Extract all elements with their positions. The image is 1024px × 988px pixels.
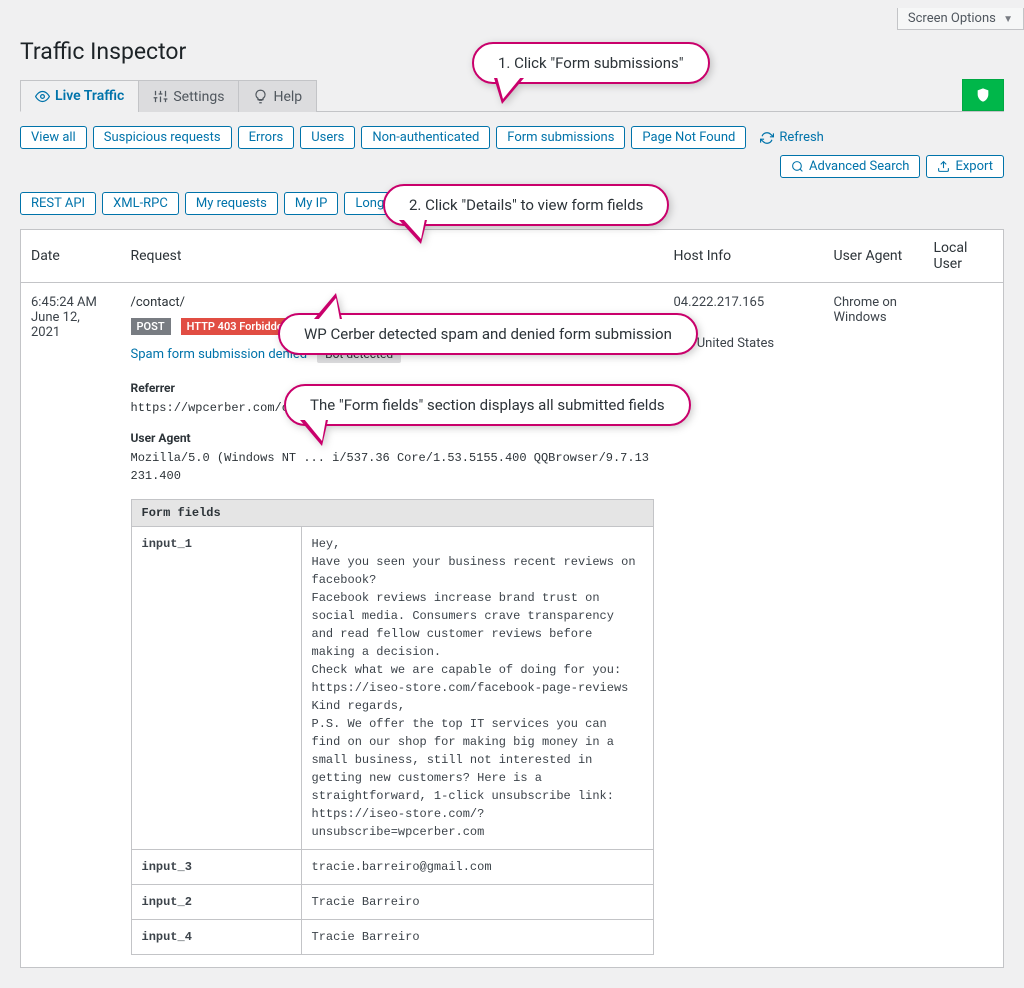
screen-options-label: Screen Options — [908, 11, 996, 26]
filter-form-submissions[interactable]: Form submissions — [496, 126, 625, 149]
spam-denied-link[interactable]: Spam form submission denied — [131, 347, 308, 362]
ua-label: User Agent — [131, 431, 654, 445]
export-icon — [937, 160, 950, 173]
form-field-key: input_2 — [131, 885, 301, 920]
row-date: June 12, 2021 — [31, 310, 111, 340]
export-button[interactable]: Export — [926, 155, 1004, 178]
form-field-key: input_3 — [131, 850, 301, 885]
local-user-cell — [924, 283, 1004, 968]
col-host[interactable]: Host Info — [664, 230, 824, 283]
shield-button[interactable] — [962, 79, 1004, 111]
form-field-row: input_1Hey, Have you seen your business … — [131, 527, 653, 850]
tab-live-label: Live Traffic — [55, 88, 124, 104]
tab-help[interactable]: Help — [238, 80, 317, 112]
form-fields-table: Form fields input_1Hey, Have you seen yo… — [131, 499, 654, 955]
chevron-down-icon: ▼ — [1003, 14, 1013, 25]
user-agent-short: Chrome on Windows — [834, 295, 914, 325]
advanced-search-label: Advanced Search — [809, 159, 909, 174]
form-field-row: input_2Tracie Barreiro — [131, 885, 653, 920]
filter-my-requests[interactable]: My requests — [185, 192, 278, 215]
filter-xmlrpc[interactable]: XML-RPC — [102, 192, 179, 215]
col-local[interactable]: Local User — [924, 230, 1004, 283]
form-fields-header: Form fields — [131, 500, 653, 527]
eye-icon — [35, 89, 50, 104]
export-label: Export — [955, 159, 993, 174]
filter-row-1: View all Suspicious requests Errors User… — [20, 126, 1004, 178]
tab-settings-label: Settings — [173, 89, 224, 105]
right-actions: Advanced Search Export — [780, 155, 1004, 178]
form-field-row: input_4Tracie Barreiro — [131, 920, 653, 955]
form-field-key: input_1 — [131, 527, 301, 850]
refresh-button[interactable]: Refresh — [760, 130, 823, 145]
screen-options-button[interactable]: Screen Options ▼ — [897, 8, 1024, 30]
filter-errors[interactable]: Errors — [238, 126, 295, 149]
tab-settings[interactable]: Settings — [138, 80, 239, 112]
filter-users[interactable]: Users — [300, 126, 355, 149]
filter-non-auth[interactable]: Non-authenticated — [361, 126, 490, 149]
col-date[interactable]: Date — [21, 230, 121, 283]
ua-value: Mozilla/5.0 (Windows NT ... i/537.36 Cor… — [131, 449, 654, 485]
callout-4: The "Form fields" section displays all s… — [284, 384, 691, 426]
row-time: 6:45:24 AM — [31, 295, 111, 310]
form-field-value: Tracie Barreiro — [301, 920, 653, 955]
sliders-icon — [153, 89, 168, 104]
callout-3: WP Cerber detected spam and denied form … — [278, 313, 698, 355]
form-field-value: Hey, Have you seen your business recent … — [301, 527, 653, 850]
form-field-value: tracie.barreiro@gmail.com — [301, 850, 653, 885]
shield-icon — [975, 87, 991, 103]
form-field-value: Tracie Barreiro — [301, 885, 653, 920]
tab-help-label: Help — [273, 89, 302, 105]
lightbulb-icon — [253, 89, 268, 104]
filter-suspicious[interactable]: Suspicious requests — [93, 126, 232, 149]
advanced-search-button[interactable]: Advanced Search — [780, 155, 920, 178]
filter-rest-api[interactable]: REST API — [20, 192, 96, 215]
refresh-label: Refresh — [779, 130, 823, 145]
form-field-row: input_3tracie.barreiro@gmail.com — [131, 850, 653, 885]
ua-section: User Agent Mozilla/5.0 (Windows NT ... i… — [131, 431, 654, 485]
host-ip: 04.222.217.165 — [674, 295, 814, 310]
refresh-icon — [760, 131, 774, 145]
callout-2: 2. Click "Details" to view form fields — [383, 184, 669, 226]
callout-1: 1. Click "Form submissions" — [472, 42, 710, 84]
filter-page-not-found[interactable]: Page Not Found — [631, 126, 746, 149]
filter-view-all[interactable]: View all — [20, 126, 87, 149]
col-request[interactable]: Request — [121, 230, 664, 283]
filter-my-ip[interactable]: My IP — [284, 192, 338, 215]
tab-live-traffic[interactable]: Live Traffic — [20, 80, 139, 112]
col-ua[interactable]: User Agent — [824, 230, 924, 283]
search-icon — [791, 160, 804, 173]
request-path: /contact/ — [131, 295, 654, 310]
method-badge: POST — [131, 318, 171, 335]
form-field-key: input_4 — [131, 920, 301, 955]
country-label: United States — [697, 336, 774, 351]
